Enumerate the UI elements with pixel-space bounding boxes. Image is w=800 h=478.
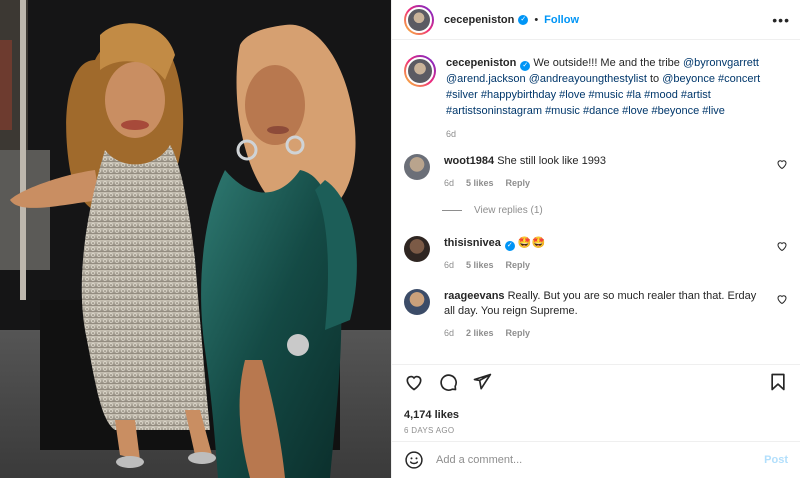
post-date: 6 DAYS AGO [404,426,455,435]
comment-username[interactable]: raageevans [444,290,505,302]
heart-icon[interactable] [404,372,424,392]
caption-body: cecepeniston ✓ We outside!!! Me and the t… [446,55,776,142]
divider-line [442,210,462,211]
heart-icon[interactable] [776,293,788,305]
mention-link[interactable]: @arend.jackson [446,73,526,85]
bookmark-icon[interactable] [768,372,788,392]
comment-age: 6d [444,178,455,188]
caption-text: We outside!!! Me and the tribe [533,57,680,69]
post-button[interactable]: Post [764,454,788,466]
hashtag-link[interactable]: #dance [583,105,619,117]
comment-likes[interactable]: 5 likes [466,258,494,273]
hashtag-link[interactable]: #music [589,89,624,101]
comment-username[interactable]: thisisnivea [444,237,501,249]
comment-body: raageevans Really. But you are so much r… [444,289,770,341]
post-panel: cecepeniston ✓ • Follow ••• cecepeniston… [391,0,800,478]
verified-badge-icon: ✓ [518,14,529,25]
comment-item: raageevans Really. But you are so much r… [392,289,800,341]
comment-text: 🤩🤩 [517,237,546,249]
comment-item: woot1984 She still look like 1993 6d 5 l… [392,154,800,191]
view-replies-label: View replies (1) [474,205,543,216]
caption-word: to [649,73,660,85]
mention-link[interactable]: @andreayoungthestylist [529,73,647,85]
add-comment-bar: Add a comment... Post [392,441,800,478]
hashtag-link[interactable]: #love [559,89,585,101]
hashtag-link[interactable]: #artist [681,89,711,101]
photo-illustration [0,0,391,478]
emoji-icon[interactable] [404,450,424,470]
commenter-avatar[interactable] [404,236,430,262]
comments-list[interactable]: cecepeniston ✓ We outside!!! Me and the t… [392,41,800,364]
hashtag-link[interactable]: #love [622,105,648,117]
more-options-icon[interactable]: ••• [772,12,790,28]
comment-age: 6d [444,260,455,270]
caption-avatar[interactable] [404,55,436,87]
mention-link[interactable]: @beyonce [662,73,715,85]
hashtag-link[interactable]: #mood [644,89,678,101]
hashtag-link[interactable]: #live [702,105,725,117]
comment-input[interactable]: Add a comment... [436,454,764,466]
comment-age: 6d [444,328,455,338]
follow-button[interactable]: Follow [544,14,579,26]
instagram-post-view: cecepeniston ✓ • Follow ••• cecepeniston… [0,0,800,478]
caption-username[interactable]: cecepeniston [446,57,516,69]
comment-likes[interactable]: 2 likes [466,326,494,341]
comment-text: She still look like 1993 [497,155,607,167]
post-header: cecepeniston ✓ • Follow ••• [392,0,800,40]
hashtag-link[interactable]: #concert [718,73,760,85]
heart-icon[interactable] [776,240,788,252]
reply-button[interactable]: Reply [506,176,531,191]
hashtag-link[interactable]: #beyonce [651,105,699,117]
verified-badge-icon: ✓ [520,61,531,71]
heart-icon[interactable] [776,158,788,170]
comment-username[interactable]: woot1984 [444,155,494,167]
author-username[interactable]: cecepeniston [444,14,514,26]
reply-button[interactable]: Reply [506,326,531,341]
view-replies-button[interactable]: View replies (1) [442,205,543,216]
post-photo[interactable] [0,0,391,478]
comment-body: woot1984 She still look like 1993 6d 5 l… [444,154,770,191]
likes-count[interactable]: 4,174 likes [404,409,459,421]
comment-likes[interactable]: 5 likes [466,176,494,191]
caption-age: 6d [446,129,457,139]
comment-icon[interactable] [438,372,458,392]
hashtag-link[interactable]: #happybirthday [481,89,556,101]
caption: cecepeniston ✓ We outside!!! Me and the t… [392,41,800,142]
hashtag-link[interactable]: #la [626,89,641,101]
commenter-avatar[interactable] [404,154,430,180]
verified-badge-icon: ✓ [504,241,515,251]
commenter-avatar[interactable] [404,289,430,315]
separator-dot: • [534,13,539,26]
post-actions [404,370,788,394]
actions-divider [392,364,800,365]
hashtag-link[interactable]: #silver [446,89,478,101]
reply-button[interactable]: Reply [506,258,531,273]
share-icon[interactable] [472,372,492,392]
hashtag-link[interactable]: #artistsoninstagram [446,105,542,117]
author-avatar[interactable] [404,4,434,35]
mention-link[interactable]: @byronvgarrett [683,57,759,69]
comment-body: thisisnivea ✓ 🤩🤩 6d 5 likes Reply [444,236,770,273]
hashtag-link[interactable]: #music [545,105,580,117]
comment-item: thisisnivea ✓ 🤩🤩 6d 5 likes Reply [392,236,800,273]
